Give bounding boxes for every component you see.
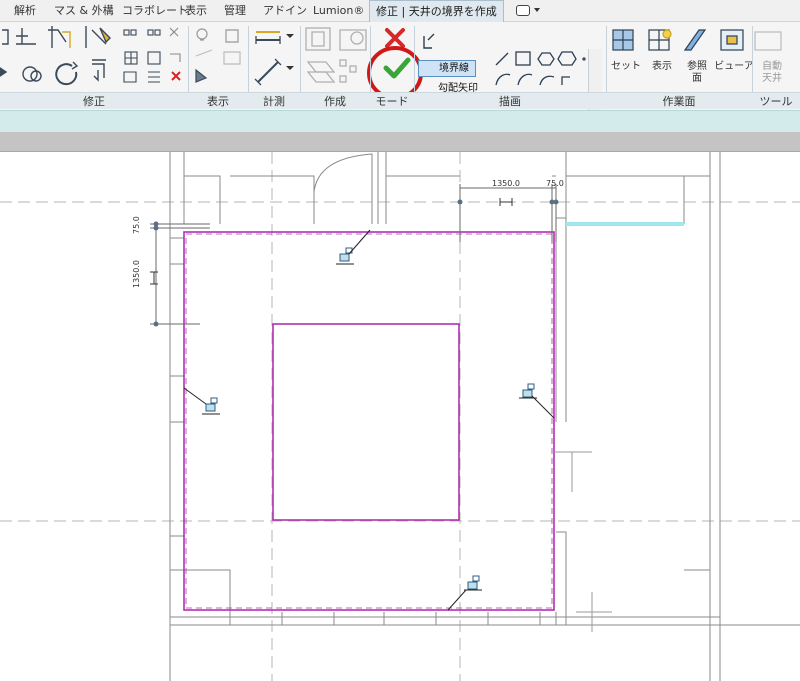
panel-label-draw[interactable]: 描画	[414, 93, 606, 110]
panel-label-mode[interactable]: モード	[370, 93, 414, 110]
ribbon-panel-labels: 修正 表示 計測 作成 モード 描画 作業面 ツール	[0, 92, 800, 109]
split-gap-icon	[147, 29, 154, 36]
tab-addins[interactable]: アドイン	[263, 0, 307, 22]
boundary-line-button[interactable]: 境界線	[418, 60, 476, 77]
rectangle-icon	[515, 51, 531, 66]
scale-icon	[147, 51, 161, 65]
trim-extend-icon	[92, 59, 106, 78]
circle-icon	[582, 57, 586, 61]
panel-label-modify[interactable]: 修正	[0, 93, 188, 110]
ceiling-opening	[272, 323, 460, 521]
split-icon	[123, 29, 130, 36]
ceiling-boundary-dashed	[185, 233, 553, 609]
panel-label-workplane[interactable]: 作業面	[606, 93, 752, 110]
measure-between-icon	[257, 61, 279, 83]
unpin-icon	[169, 27, 179, 37]
dimension-grips	[153, 199, 559, 327]
arc-tangent-icon	[539, 75, 555, 86]
reveal-icon	[195, 68, 208, 83]
arc-start-end-icon	[495, 73, 511, 86]
modify-tools	[0, 26, 111, 86]
floor-plan-drawing	[0, 152, 800, 681]
dimension-label-vertical-small[interactable]: 75.0	[132, 216, 141, 234]
ribbon-tab-bar: 解析 マス & 外構 コラボレート 表示 管理 アドイン Lumion® 修正 …	[0, 0, 800, 22]
ceiling-boundary	[183, 231, 555, 611]
mirror-pick-icon	[85, 26, 107, 48]
workplane-ref-plane-label[interactable]: 参照面	[686, 61, 708, 85]
chevron-down-icon	[534, 8, 540, 12]
mirror-axis-icon	[48, 26, 67, 48]
line-icon	[495, 52, 509, 66]
tab-massing-site[interactable]: マス & 外構	[54, 0, 114, 22]
door-swing	[313, 153, 373, 224]
pin-icon	[170, 53, 181, 62]
override-icon	[225, 29, 239, 43]
red-x-icon	[385, 28, 405, 48]
crosshair-marks	[554, 451, 612, 632]
panel-toggle-icon	[516, 5, 530, 16]
create-tools	[305, 27, 367, 83]
view-tab-strip	[0, 132, 800, 152]
auto-ceiling-icon	[754, 31, 782, 51]
options-bar	[0, 110, 800, 132]
tab-analyze[interactable]: 解析	[14, 0, 36, 22]
workplane-viewer-label[interactable]: ビューア	[714, 61, 754, 73]
ceiling-tags	[183, 229, 555, 611]
green-check-icon	[383, 57, 411, 79]
copy-icon	[22, 66, 38, 82]
dimension-label-vertical[interactable]: 1350.0	[132, 260, 141, 288]
delete-icon	[171, 71, 181, 81]
tab-view[interactable]: 表示	[185, 0, 207, 22]
create-similar-icon	[305, 27, 331, 51]
paint-icon	[195, 49, 213, 57]
tab-manage[interactable]: 管理	[224, 0, 246, 22]
inscribed-polygon-icon	[537, 52, 555, 66]
dimension-label-horizontal-small[interactable]: 75.0	[546, 179, 564, 188]
create-assembly-icon	[339, 59, 347, 67]
hide-icon	[223, 51, 241, 65]
auto-ceiling-label: 自動天井	[762, 61, 782, 84]
tab-modify-ceiling-boundary[interactable]: 修正 | 天井の境界を作成	[369, 0, 504, 22]
window-mullions	[229, 612, 541, 625]
mirror-draw-icon	[62, 31, 71, 48]
move-icon	[0, 67, 8, 77]
ref-plane-icon	[683, 29, 707, 51]
workplane-set-label[interactable]: セット	[609, 61, 643, 73]
view-tools	[195, 28, 241, 83]
modify-small-tools	[123, 27, 181, 83]
panel-label-tools[interactable]: ツール	[752, 93, 800, 110]
fillet-arc-icon	[561, 76, 570, 85]
panel-label-measure[interactable]: 計測	[248, 93, 300, 110]
rotate-icon	[55, 63, 78, 86]
tab-lumion[interactable]: Lumion®	[313, 0, 364, 22]
arc-center-icon	[517, 73, 533, 86]
panel-label-view[interactable]: 表示	[188, 93, 248, 110]
circumscribed-polygon-icon	[557, 51, 577, 66]
measure-tools	[254, 31, 294, 86]
bulb-icon	[196, 28, 208, 40]
align-lines-icon	[148, 71, 160, 83]
boundary-line-icon	[423, 33, 435, 49]
offset-icon	[16, 28, 36, 45]
align-icon	[2, 29, 9, 45]
dimension-label-horizontal[interactable]: 1350.0	[492, 179, 520, 188]
rotate-arrow-icon	[71, 61, 79, 70]
trim-arrow-icon	[93, 70, 99, 82]
tab-collaborate[interactable]: コラボレート	[122, 0, 188, 22]
workplane-show-label[interactable]: 表示	[645, 61, 679, 73]
align-multi-icon	[123, 71, 137, 83]
drawing-canvas[interactable]: 1350.0 75.0 1350.0 75.0	[0, 152, 800, 681]
create-parts-icon	[306, 61, 336, 73]
minimize-ribbon-button[interactable]	[512, 4, 540, 18]
dimension-lines	[150, 184, 557, 325]
dimension-lock-icons	[150, 198, 513, 285]
panel-label-create[interactable]: 作成	[300, 93, 370, 110]
